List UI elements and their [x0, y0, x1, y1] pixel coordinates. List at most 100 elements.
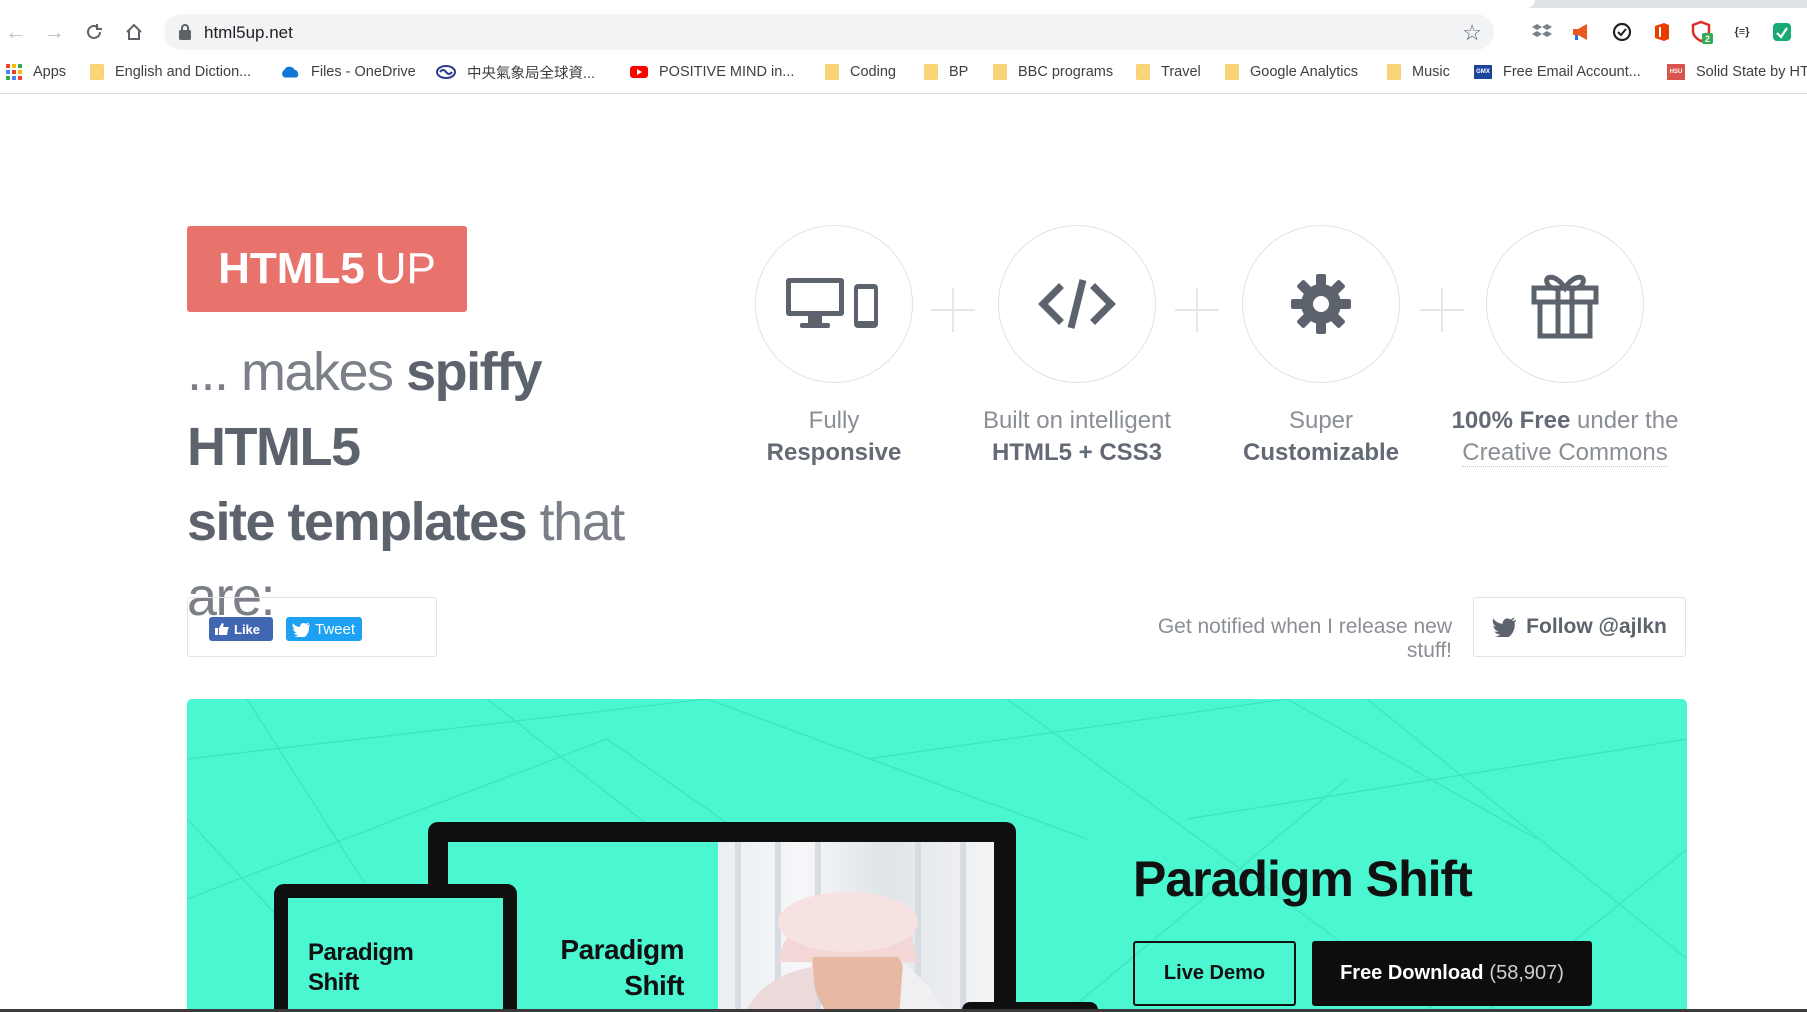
- tablet-screen: Paradigm Shift: [288, 898, 503, 1012]
- tweet-button[interactable]: Tweet: [286, 617, 362, 641]
- feature-free: 100% Free under the Creative Commons: [1443, 225, 1687, 469]
- bookmark-solid-state[interactable]: HSU Solid State by HTM: [1667, 61, 1807, 83]
- home-icon[interactable]: [120, 18, 148, 46]
- feature-line2: Customizable: [1242, 439, 1400, 466]
- device-title-line1: Paradigm: [560, 934, 684, 965]
- follow-label: Follow @ajlkn: [1526, 615, 1667, 638]
- bookmark-label: English and Diction...: [115, 64, 252, 80]
- feature-caption: 100% Free under the Creative Commons: [1443, 405, 1687, 469]
- like-label: Like: [234, 621, 261, 637]
- feature-circle: [1242, 225, 1400, 383]
- tablet-screen-title: Paradigm Shift: [308, 938, 414, 998]
- shield-extension-icon[interactable]: 2: [1688, 18, 1716, 46]
- bookmark-label: Solid State by HTM: [1696, 64, 1807, 80]
- bookmark-label: BBC programs: [1018, 64, 1114, 80]
- logo-light-text: UP: [374, 244, 436, 293]
- bookmark-label: POSITIVE MIND in...: [659, 64, 795, 80]
- feature-circle: [755, 225, 913, 383]
- tweet-label: Tweet: [315, 620, 356, 638]
- bookmark-label: 中央氣象局全球資...: [467, 65, 596, 82]
- bookmark-coding-folder[interactable]: Coding: [825, 61, 896, 83]
- bookmark-youtube[interactable]: POSITIVE MIND in...: [630, 61, 794, 83]
- bookmark-star-icon[interactable]: ☆: [1462, 20, 1482, 46]
- feature-customizable: Super Customizable: [1199, 225, 1443, 469]
- active-tab[interactable]: [0, 0, 1535, 8]
- creative-commons-link[interactable]: Creative Commons: [1462, 439, 1668, 467]
- lock-icon: [179, 24, 191, 40]
- bookmark-label: BP: [949, 64, 969, 80]
- free-download-button[interactable]: Free Download (58,907): [1312, 941, 1592, 1006]
- download-label: Free Download: [1340, 962, 1484, 984]
- feedly-extension-icon[interactable]: [1768, 18, 1796, 46]
- folder-icon: [1136, 64, 1150, 80]
- dropbox-extension-icon[interactable]: [1528, 18, 1556, 46]
- social-share-box: Like Tweet: [187, 597, 437, 657]
- follow-twitter-button[interactable]: Follow @ajlkn: [1473, 597, 1686, 657]
- feature-html5-css3: Built on intelligent HTML5 + CSS3: [955, 225, 1199, 469]
- code-icon: [1038, 279, 1116, 329]
- bookmark-apps[interactable]: Apps: [6, 61, 66, 83]
- tab-strip: [0, 0, 1807, 8]
- download-count: (58,907): [1489, 962, 1564, 984]
- youtube-icon: [630, 66, 648, 78]
- folder-icon: [90, 64, 104, 80]
- device-title-line2: Shift: [308, 969, 359, 996]
- url-text: html5up.net: [204, 23, 293, 42]
- live-demo-button[interactable]: Live Demo: [1133, 941, 1296, 1006]
- browser-chrome: ← → html5up.net ☆ 2 {≡} Apps English and…: [0, 0, 1807, 94]
- device-title-line1: Paradigm: [308, 939, 414, 966]
- bookmark-label: Travel: [1161, 64, 1201, 80]
- megaphone-extension-icon[interactable]: [1568, 18, 1596, 46]
- feature-line1: Fully: [808, 407, 860, 434]
- gift-icon: [1531, 274, 1599, 339]
- address-bar[interactable]: html5up.net ☆: [164, 14, 1494, 50]
- bookmarks-bar: Apps English and Diction... Files - OneD…: [0, 56, 1807, 88]
- forward-arrow-icon[interactable]: →: [40, 18, 68, 46]
- laptop-screen-title: Paradigm Shift: [560, 932, 684, 1004]
- feature-line1-bold: 100% Free: [1451, 407, 1571, 434]
- feature-line1: Built on intelligent: [982, 407, 1172, 434]
- circle-check-extension-icon[interactable]: [1608, 18, 1636, 46]
- feature-circle: [1486, 225, 1644, 383]
- facebook-like-button[interactable]: Like: [209, 617, 273, 641]
- tagline-part3: site templates: [187, 492, 528, 552]
- notify-text: Get notified when I release new stuff!: [1157, 615, 1452, 662]
- gear-icon: [1291, 274, 1351, 334]
- folder-icon: [1225, 64, 1239, 80]
- feature-line1-rest: under the: [1570, 407, 1679, 434]
- twitter-bird-icon: [292, 621, 310, 637]
- bookmark-google-analytics-folder[interactable]: Google Analytics: [1225, 61, 1358, 83]
- laptop-screen: Paradigm Shift: [448, 842, 994, 1012]
- bookmark-english-folder[interactable]: English and Diction...: [90, 61, 251, 83]
- feature-caption: Built on intelligent HTML5 + CSS3: [955, 405, 1199, 469]
- cwb-icon: [436, 65, 456, 79]
- bookmark-cwb[interactable]: 中央氣象局全球資...: [436, 61, 595, 83]
- bookmark-gmx[interactable]: GMX Free Email Account...: [1474, 61, 1641, 83]
- apps-grid-icon: [6, 64, 22, 80]
- bookmark-travel-folder[interactable]: Travel: [1136, 61, 1201, 83]
- page-content: HTML5 UP ... makes spiffy HTML5 site temp…: [0, 95, 1807, 1012]
- woman-in-cap-image: [735, 842, 966, 1012]
- browser-toolbar: ← → html5up.net ☆ 2 {≡}: [0, 8, 1807, 56]
- folder-icon: [825, 64, 839, 80]
- html5up-logo[interactable]: HTML5 UP: [187, 226, 467, 312]
- feature-line2: Responsive: [766, 439, 902, 466]
- bookmark-bp-folder[interactable]: BP: [924, 61, 968, 83]
- feature-line1: Super: [1288, 407, 1354, 434]
- bookmark-music-folder[interactable]: Music: [1387, 61, 1450, 83]
- bookmark-label: Apps: [33, 64, 67, 80]
- bookmark-label: Google Analytics: [1250, 64, 1359, 80]
- tagline: ... makes spiffy HTML5 site templates th…: [187, 335, 707, 635]
- thumbs-up-icon: [215, 623, 229, 635]
- svg-text:2: 2: [1705, 34, 1710, 44]
- reload-icon[interactable]: [80, 18, 108, 46]
- bookmark-label: Free Email Account...: [1503, 64, 1641, 80]
- onedrive-icon: [282, 66, 299, 78]
- bookmark-bbc-folder[interactable]: BBC programs: [993, 61, 1113, 83]
- bookmark-onedrive[interactable]: Files - OneDrive: [280, 61, 416, 83]
- logo-bold-text: HTML5: [218, 244, 365, 293]
- back-arrow-icon[interactable]: ←: [2, 18, 30, 46]
- json-extension-icon[interactable]: {≡}: [1728, 18, 1756, 46]
- office-extension-icon[interactable]: [1648, 18, 1676, 46]
- featured-template-hero[interactable]: Paradigm Shift Paradigm Shift Paradigm S…: [187, 699, 1687, 1012]
